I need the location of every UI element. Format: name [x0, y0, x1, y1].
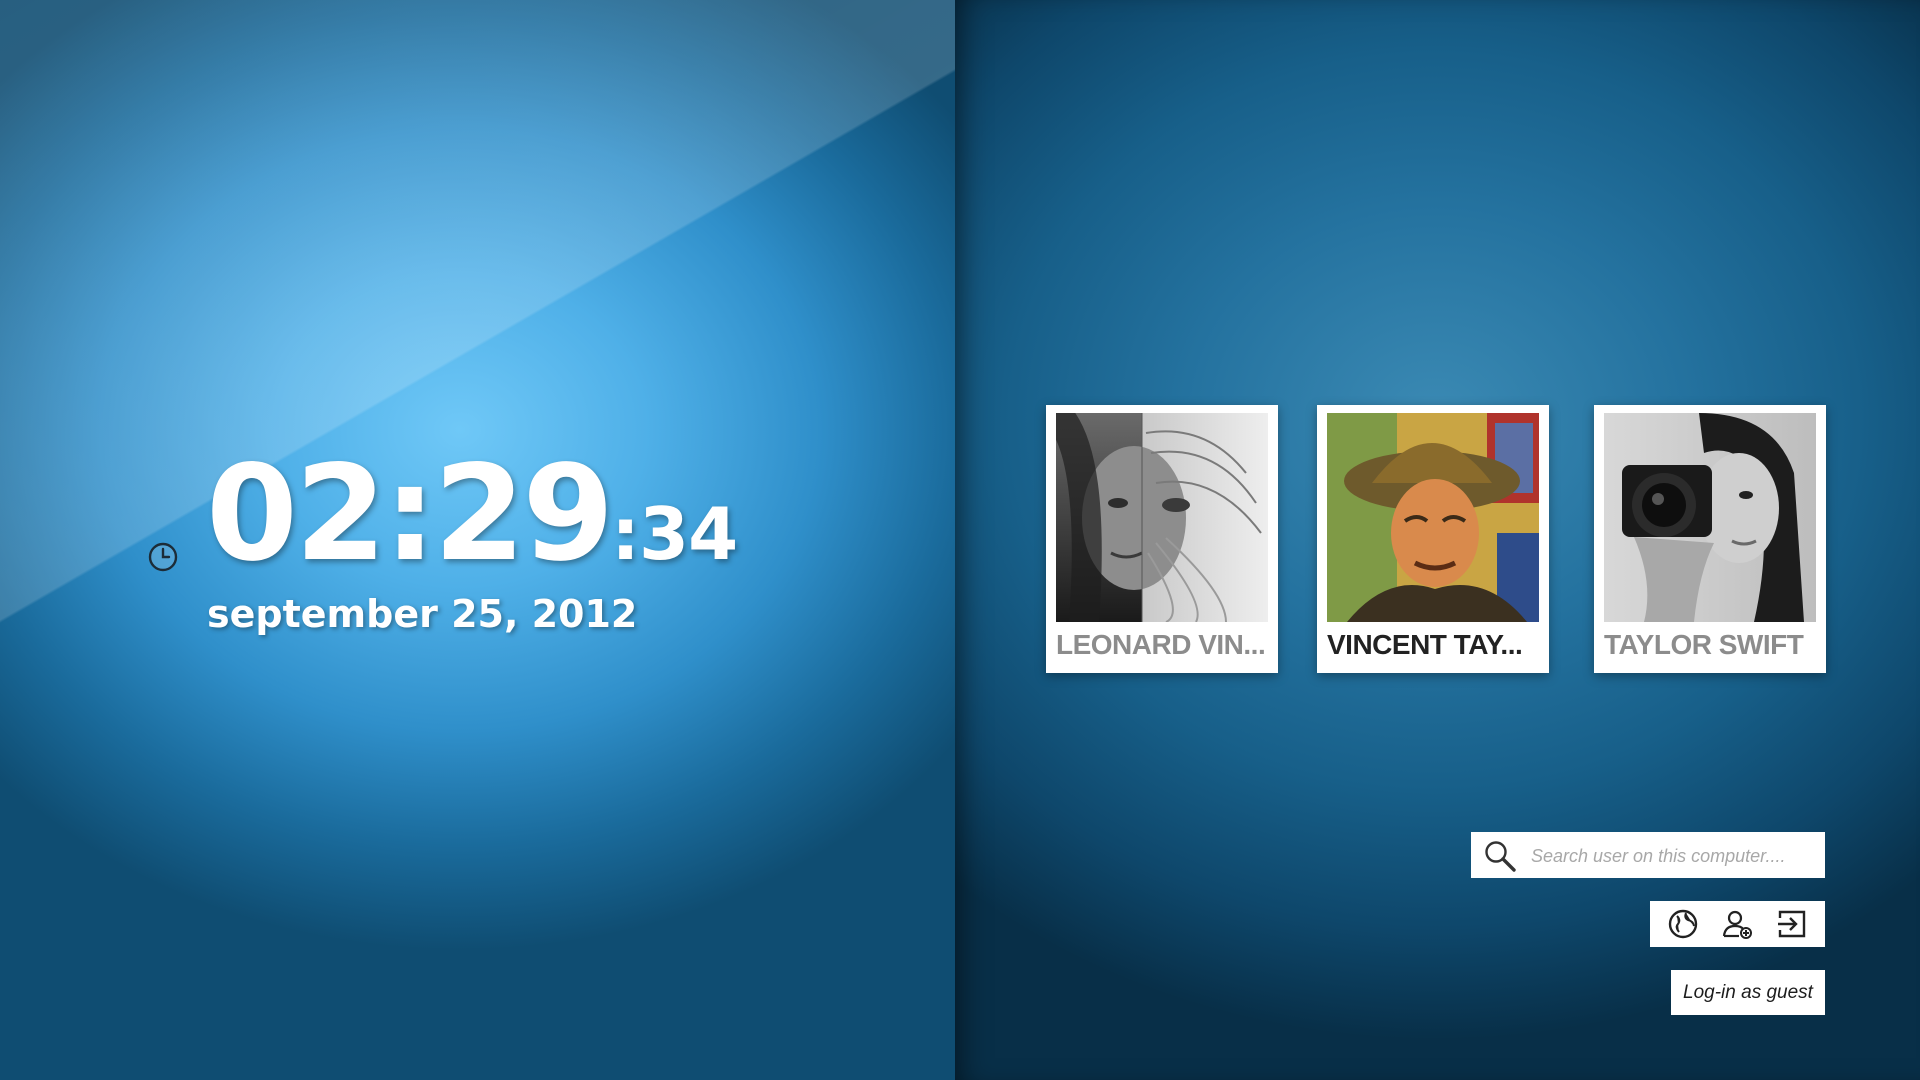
sign-in-button[interactable] — [1774, 906, 1810, 942]
user-name-vincent: VINCENT TAY... — [1327, 629, 1523, 660]
user-photo-vincent — [1327, 413, 1539, 622]
guest-login-button[interactable]: Log-in as guest — [1671, 970, 1825, 1015]
user-card-taylor[interactable]: TAYLOR SWIFT — [1594, 405, 1826, 673]
clock-icon — [148, 542, 178, 572]
action-bar — [1650, 901, 1825, 947]
user-card-vincent[interactable]: VINCENT TAY... — [1317, 405, 1549, 673]
clock-hours-minutes: 02:29 — [206, 437, 614, 591]
add-user-button[interactable] — [1719, 906, 1755, 942]
add-user-icon — [1723, 910, 1753, 939]
user-card-leonard[interactable]: LEONARD VIN... — [1046, 405, 1278, 673]
user-search-box — [1471, 832, 1825, 878]
clock-display: 02:29:34 — [206, 448, 738, 580]
user-photo-taylor — [1604, 413, 1816, 622]
network-button[interactable] — [1665, 906, 1701, 942]
sign-in-icon — [1777, 910, 1806, 938]
clock-seconds: :34 — [611, 492, 738, 576]
user-name-leonard: LEONARD VIN... — [1056, 629, 1266, 660]
globe-icon — [1668, 909, 1698, 939]
clock-date: september 25, 2012 — [207, 592, 638, 636]
user-photo-leonard — [1056, 413, 1268, 622]
search-icon — [1485, 841, 1516, 872]
user-name-taylor: TAYLOR SWIFT — [1604, 629, 1804, 660]
search-input[interactable] — [1529, 840, 1818, 872]
